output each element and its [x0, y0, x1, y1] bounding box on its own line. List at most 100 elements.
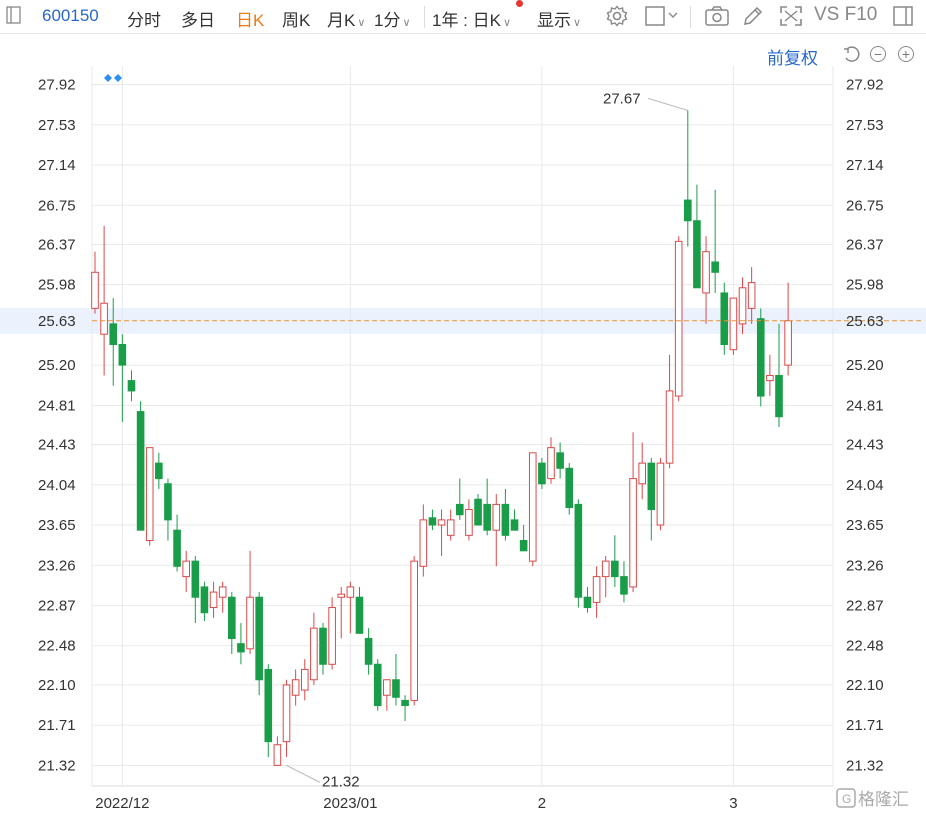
- candle-body: [255, 596, 263, 681]
- candle-body: [528, 452, 537, 562]
- candle-body: [474, 498, 482, 526]
- y-tick-label-right: 21.71: [846, 717, 884, 734]
- candle: [519, 525, 528, 552]
- candle-body: [319, 627, 327, 665]
- low-annotation: 21.32: [322, 773, 360, 790]
- candle-body: [109, 323, 118, 346]
- candle-body: [729, 297, 738, 351]
- y-tick-label-right: 24.04: [846, 477, 884, 494]
- y-tick-label-left: 26.75: [38, 197, 76, 214]
- candle: [611, 535, 619, 587]
- y-tick-label-right: 25.98: [846, 277, 884, 294]
- y-tick-label-left: 27.53: [38, 117, 76, 134]
- y-tick-label-left: 24.81: [38, 397, 76, 414]
- candle-body: [182, 560, 190, 578]
- candle: [218, 581, 227, 613]
- candle-body: [91, 271, 99, 309]
- candle-body: [775, 374, 783, 418]
- candle-body: [656, 462, 665, 526]
- candle: [118, 334, 127, 422]
- candle: [383, 679, 391, 711]
- candle-body: [592, 576, 601, 603]
- y-tick-label-right: 26.75: [846, 197, 884, 214]
- candle: [127, 370, 136, 402]
- candle-body: [100, 302, 108, 335]
- x-tick-label: 2: [538, 795, 546, 812]
- candle: [674, 236, 683, 402]
- candle-body: [228, 596, 236, 639]
- y-tick-label-right: 22.10: [846, 677, 884, 694]
- candle: [474, 494, 482, 526]
- candle-body: [246, 596, 254, 650]
- y-tick-label-left: 23.65: [38, 517, 76, 534]
- candle: [255, 592, 263, 696]
- candle-body: [392, 679, 400, 698]
- y-tick-label-left: 25.63: [38, 313, 76, 330]
- candle: [319, 623, 327, 675]
- candle: [592, 566, 601, 618]
- candle-body: [738, 287, 747, 325]
- candle: [282, 679, 291, 758]
- candle: [437, 509, 446, 556]
- candle: [310, 612, 318, 685]
- candle-body: [519, 539, 528, 552]
- y-tick-label-left: 25.20: [38, 357, 76, 374]
- candle: [601, 555, 610, 598]
- candle: [191, 555, 200, 624]
- candle: [428, 509, 437, 531]
- candle-body: [273, 744, 282, 766]
- watermark: G 格隆汇: [836, 788, 909, 810]
- y-tick-label-right: 25.20: [846, 357, 884, 374]
- candle: [228, 592, 236, 654]
- candle-body: [611, 560, 619, 578]
- candle-body: [355, 596, 364, 634]
- candle: [300, 659, 309, 701]
- candle: [756, 308, 765, 407]
- high-leader-line: [647, 97, 688, 111]
- marker-icon: [104, 74, 122, 82]
- candle: [392, 653, 400, 706]
- candle: [200, 581, 209, 621]
- candle-body: [565, 467, 574, 508]
- candle: [629, 432, 637, 593]
- candle-body: [401, 699, 409, 707]
- y-tick-label-left: 25.98: [38, 277, 76, 294]
- candle-body: [218, 586, 227, 598]
- candle: [684, 110, 692, 247]
- candle-body: [693, 220, 701, 289]
- candle-body: [766, 374, 774, 382]
- y-tick-label-right: 22.48: [846, 638, 884, 655]
- candle: [565, 463, 574, 515]
- high-annotation: 27.67: [603, 90, 641, 107]
- y-tick-label-right: 27.53: [846, 117, 884, 134]
- candle: [647, 457, 656, 541]
- candle: [182, 550, 190, 593]
- candle-body: [282, 684, 291, 743]
- candle-body: [310, 627, 318, 681]
- candle-body: [164, 483, 172, 521]
- candle: [620, 561, 628, 603]
- candle: [501, 488, 510, 541]
- candle: [164, 478, 172, 541]
- y-tick-label-right: 25.63: [846, 313, 884, 330]
- grid: [91, 66, 834, 787]
- y-tick-label-left: 23.26: [38, 557, 76, 574]
- candle-body: [456, 503, 464, 516]
- candle: [693, 184, 701, 289]
- x-tick-label: 3: [729, 795, 737, 812]
- y-tick-label-left: 22.87: [38, 597, 76, 614]
- candle-body: [684, 199, 692, 222]
- candle: [337, 586, 346, 639]
- low-leader-line: [286, 764, 321, 783]
- y-tick-label-right: 24.43: [846, 437, 884, 454]
- candle-body: [264, 668, 273, 743]
- candle-body: [419, 519, 428, 567]
- candle-body: [747, 282, 756, 309]
- candle: [510, 509, 519, 531]
- candle-body: [702, 251, 710, 294]
- candle: [346, 581, 355, 634]
- candle-body: [574, 503, 583, 598]
- candle-body: [556, 452, 564, 469]
- candle: [465, 499, 473, 541]
- candle-body: [711, 261, 719, 273]
